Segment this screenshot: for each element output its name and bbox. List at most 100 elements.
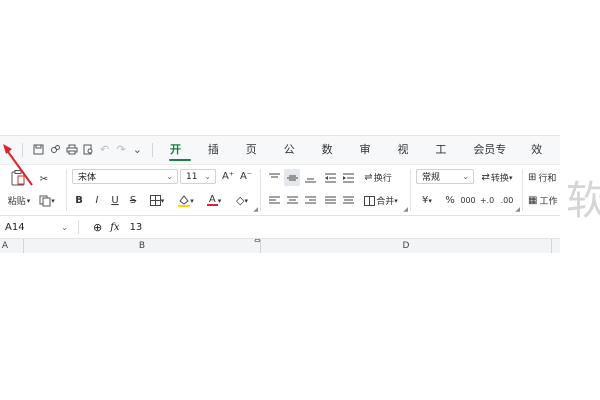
undo-icon[interactable]: ↶ <box>97 141 112 158</box>
borders-icon <box>149 195 161 206</box>
wrap-text-button[interactable]: ⇌ 换行 <box>360 169 396 186</box>
row-col-label: 行和 <box>538 174 557 184</box>
merge-cells-button[interactable]: 合并 ▾ <box>360 192 402 209</box>
column-header-a[interactable]: A <box>0 239 10 253</box>
row-col-icon: ⊞ <box>528 172 537 183</box>
convert-button[interactable]: ⇄ 转换 ▾ <box>476 169 518 186</box>
tab-review[interactable]: 审阅 <box>351 136 389 183</box>
menu-bar: ⌄ ↶ ↷ ⌄ 开始 插入 页面 公式 数据 审阅 视图 工具 会员专享 效率 <box>0 136 560 183</box>
chevron-down-icon: ▾ <box>394 196 398 205</box>
convert-icon: ⇄ <box>481 172 490 183</box>
row-col-button[interactable]: ⊞ 行和 <box>528 169 560 186</box>
increase-indent-icon[interactable] <box>340 169 356 186</box>
chevron-down-icon: ▾ <box>190 196 194 205</box>
chevron-down-icon: ▾ <box>244 196 248 205</box>
fill-color-button[interactable]: ▾ <box>174 192 198 209</box>
tab-view[interactable]: 视图 <box>388 136 426 183</box>
share-icon[interactable] <box>48 141 63 158</box>
comma-style-icon[interactable]: 000 <box>460 192 476 209</box>
font-color-letter: A <box>208 194 216 205</box>
expand-handle-icon[interactable]: ⇔ <box>254 236 261 245</box>
merge-cells-icon <box>364 195 376 206</box>
more-icon[interactable]: ⌄ <box>130 141 145 158</box>
tab-formula[interactable]: 公式 <box>275 136 313 183</box>
currency-button[interactable]: ¥ ▾ <box>416 192 438 209</box>
tab-member[interactable]: 会员专享 <box>464 136 522 183</box>
decrease-indent-icon[interactable] <box>322 169 338 186</box>
chevron-down-icon: ⌄ <box>204 172 211 181</box>
chevron-down-icon: ▾ <box>51 196 55 205</box>
eraser-icon: ◇ <box>236 194 245 207</box>
align-left-icon[interactable] <box>266 192 282 209</box>
number-format-select[interactable]: 常规 ⌄ <box>416 169 474 184</box>
justify-icon[interactable] <box>322 192 338 209</box>
align-right-icon[interactable] <box>302 192 318 209</box>
percent-button[interactable]: % <box>442 192 458 209</box>
name-box[interactable]: A14 ⌄ <box>0 218 72 236</box>
font-size-select[interactable]: 11 ⌄ <box>180 169 216 184</box>
font-name-select[interactable]: 宋体 ⌄ <box>72 169 178 184</box>
chevron-down-icon: ▾ <box>26 196 31 205</box>
clear-format-button[interactable]: ◇ ▾ <box>230 192 254 209</box>
bold-button[interactable]: B <box>72 192 86 209</box>
convert-label: 转换 <box>490 174 509 184</box>
paste-label: 粘贴 <box>7 197 26 207</box>
formula-separator <box>78 220 79 234</box>
font-size-value: 11 <box>186 171 198 182</box>
spreadsheet-app: ⌄ ↶ ↷ ⌄ 开始 插入 页面 公式 数据 审阅 视图 工具 会员专享 效率 <box>0 135 560 253</box>
worksheet-button[interactable]: ▦ 工作 <box>528 192 560 209</box>
chevron-down-icon: ▾ <box>428 196 432 205</box>
italic-button[interactable]: I <box>90 192 104 209</box>
tab-page[interactable]: 页面 <box>237 136 275 183</box>
formula-input[interactable]: 13 <box>130 222 560 233</box>
alignment-group: ⇌ 换行 合并 ▾ ◢ <box>260 165 410 215</box>
strikethrough-button[interactable]: S <box>126 192 140 209</box>
column-header-b[interactable]: B <box>24 239 260 253</box>
align-middle-icon[interactable] <box>284 169 300 186</box>
font-shrink-button[interactable]: A⁻ <box>238 168 254 185</box>
borders-button[interactable]: ▾ <box>146 192 168 209</box>
font-grow-button[interactable]: A⁺ <box>220 168 236 185</box>
ribbon: 粘贴 ▾ ✂ ▾ 宋体 ⌄ 11 ⌄ A⁺ A⁻ B I U S ▾ ▾ A ▾… <box>0 164 560 216</box>
formula-bar: A14 ⌄ ⊕ fx 13 <box>0 216 560 239</box>
chevron-down-icon: ▾ <box>217 196 222 205</box>
dialog-launcher-icon[interactable]: ◢ <box>253 206 258 213</box>
font-name-value: 宋体 <box>78 173 97 183</box>
dialog-launcher-icon[interactable]: ◢ <box>403 206 408 213</box>
watermark: 软 <box>566 178 600 224</box>
align-bottom-icon[interactable] <box>302 169 318 186</box>
number-format-value: 常规 <box>422 173 441 183</box>
chevron-down-icon: ▾ <box>160 196 165 205</box>
chevron-down-icon: ⌄ <box>166 172 173 181</box>
redo-icon[interactable]: ↷ <box>113 141 128 158</box>
align-center-icon[interactable] <box>284 192 300 209</box>
zoom-icon[interactable]: ⊕ <box>93 221 102 234</box>
worksheet-icon: ▦ <box>528 195 538 206</box>
print-preview-icon[interactable] <box>80 141 95 158</box>
number-group: 常规 ⌄ ⇄ 转换 ▾ ¥ ▾ % 000 +.0 .00 ◢ <box>410 165 522 215</box>
tab-efficiency[interactable]: 效率 <box>522 136 560 183</box>
column-header: A B ⇔ D <box>0 236 560 253</box>
column-header-d[interactable]: D <box>261 239 551 253</box>
tab-data[interactable]: 数据 <box>313 136 351 183</box>
name-box-value: A14 <box>5 221 25 233</box>
font-group: 宋体 ⌄ 11 ⌄ A⁺ A⁻ B I U S ▾ ▾ A ▾ ◇ ▾ ◢ <box>66 165 260 215</box>
distributed-icon[interactable] <box>340 192 356 209</box>
chevron-down-icon: ⌄ <box>462 172 469 181</box>
fx-icon[interactable]: fx <box>110 222 119 233</box>
tab-home[interactable]: 开始 <box>161 136 199 183</box>
menu-separator <box>152 142 153 157</box>
worksheet-label: 工作 <box>539 197 558 207</box>
dialog-launcher-icon[interactable]: ◢ <box>515 206 520 213</box>
tab-insert[interactable]: 插入 <box>199 136 237 183</box>
decrease-decimal-icon[interactable]: .00 <box>498 192 516 209</box>
underline-button[interactable]: U <box>108 192 122 209</box>
increase-decimal-icon[interactable]: +.0 <box>478 192 496 209</box>
annotation-arrow <box>3 144 33 186</box>
font-color-button[interactable]: A ▾ <box>202 192 226 209</box>
align-top-icon[interactable] <box>266 169 282 186</box>
tab-tools[interactable]: 工具 <box>426 136 464 183</box>
merge-cells-label: 合并 <box>376 197 395 207</box>
print-icon[interactable] <box>64 141 79 158</box>
cells-group: ⊞ 行和 ▦ 工作 <box>522 165 560 215</box>
